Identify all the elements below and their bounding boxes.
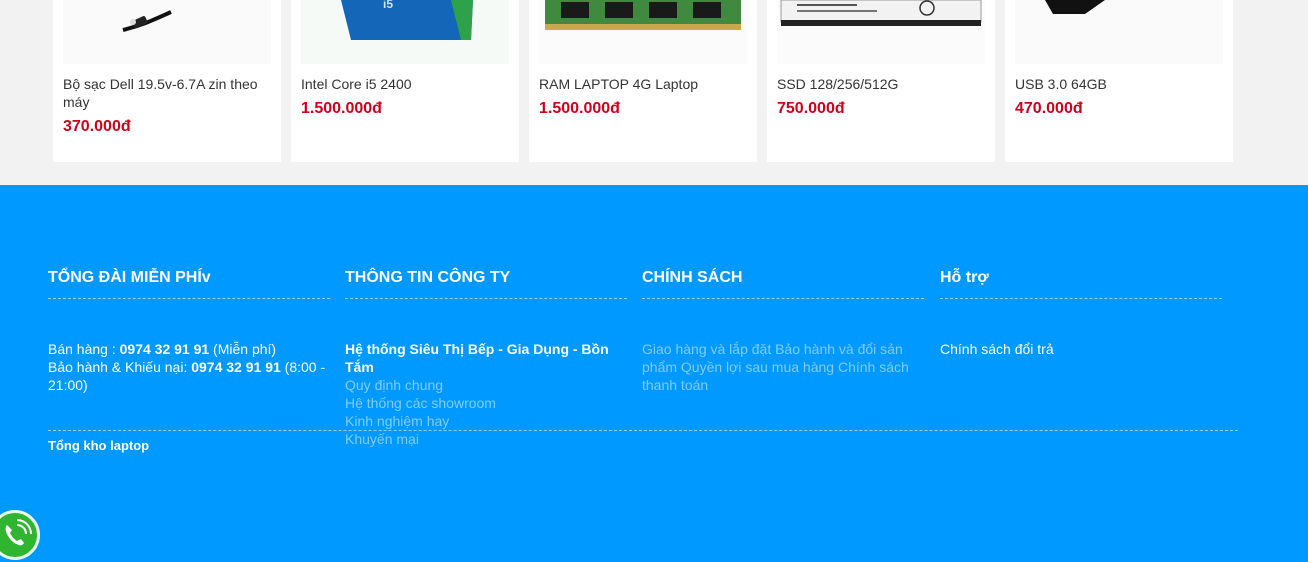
product-name[interactable]: USB 3.0 64GB (1015, 75, 1225, 93)
product-card[interactable]: RAM LAPTOP 4G Laptop 1.500.000đ (529, 0, 757, 162)
product-name[interactable]: SSD 128/256/512G (777, 75, 987, 93)
svg-text:i5: i5 (383, 0, 393, 11)
footer-hotline-title: TỔNG ĐÀI MIỄN PHÍv (48, 269, 211, 286)
site-footer: TỔNG ĐÀI MIỄN PHÍv Bán hàng : 0974 32 91… (0, 185, 1308, 562)
sales-note: (Miễn phí) (209, 341, 277, 357)
hotline-info: Bán hàng : 0974 32 91 91 (Miễn phí) Bảo … (48, 340, 330, 394)
product-price: 750.000đ (777, 100, 845, 117)
warranty-label: Bảo hành & Khiếu nại: (48, 359, 192, 375)
divider (642, 298, 924, 299)
product-price: 470.000đ (1015, 100, 1083, 117)
phone-icon (5, 519, 32, 546)
warehouse-link[interactable]: Tổng kho laptop (48, 438, 149, 453)
support-links: Chính sách đổi trả (940, 340, 1222, 358)
ssd-image[interactable] (777, 0, 985, 64)
footer-company-title: THÔNG TIN CÔNG TY (345, 269, 511, 286)
company-link-stores[interactable]: Hệ thống Siêu Thị Bếp - Gia Dụng - Bồn T… (345, 340, 635, 376)
product-price: 1.500.000đ (539, 100, 620, 117)
product-card[interactable]: Bộ sạc Dell 19.5v-6.7A zin theo máy 370.… (53, 0, 281, 162)
support-link-returns[interactable]: Chính sách đổi trả (940, 340, 1222, 358)
call-button[interactable] (0, 510, 40, 560)
product-card[interactable]: i5 Intel Core i5 2400 1.500.000đ (291, 0, 519, 162)
footer-support-title: Hỗ trợ (940, 269, 989, 286)
product-strip: Bộ sạc Dell 19.5v-6.7A zin theo máy 370.… (0, 0, 1308, 185)
warranty-phone[interactable]: 0974 32 91 91 (191, 359, 281, 375)
sales-label: Bán hàng : (48, 341, 120, 357)
policy-links[interactable]: Giao hàng và lắp đặt Bảo hành và đổi sản… (642, 340, 912, 394)
company-link-showrooms[interactable]: Hệ thống các showroom (345, 394, 635, 412)
footer-policy-title: CHÍNH SÁCH (642, 269, 743, 286)
company-link-rules[interactable]: Quy định chung (345, 376, 635, 394)
product-name[interactable]: Intel Core i5 2400 (301, 75, 511, 93)
company-link-tips[interactable]: Kinh nghiệm hay (345, 412, 635, 430)
product-card[interactable]: USB 3.0 64GB 470.000đ (1005, 0, 1233, 162)
warranty-line: Bảo hành & Khiếu nại: 0974 32 91 91 (8:0… (48, 358, 330, 394)
cpu-box-image[interactable]: i5 (301, 0, 509, 64)
usb-image[interactable] (1015, 0, 1223, 64)
divider (48, 298, 330, 299)
product-name[interactable]: RAM LAPTOP 4G Laptop (539, 75, 749, 93)
product-name[interactable]: Bộ sạc Dell 19.5v-6.7A zin theo máy (63, 75, 273, 111)
company-link-promotions[interactable]: Khuyến mại (345, 430, 635, 448)
divider (345, 298, 627, 299)
ram-module-image[interactable] (539, 0, 747, 64)
product-price: 1.500.000đ (301, 100, 382, 117)
sales-phone[interactable]: 0974 32 91 91 (120, 341, 210, 357)
charger-image[interactable] (63, 0, 271, 64)
product-card[interactable]: SSD 128/256/512G 750.000đ (767, 0, 995, 162)
company-links: Hệ thống Siêu Thị Bếp - Gia Dụng - Bồn T… (345, 340, 635, 448)
footer-divider (48, 430, 1238, 431)
product-price: 370.000đ (63, 118, 131, 135)
sales-line: Bán hàng : 0974 32 91 91 (Miễn phí) (48, 340, 330, 358)
divider (940, 298, 1222, 299)
